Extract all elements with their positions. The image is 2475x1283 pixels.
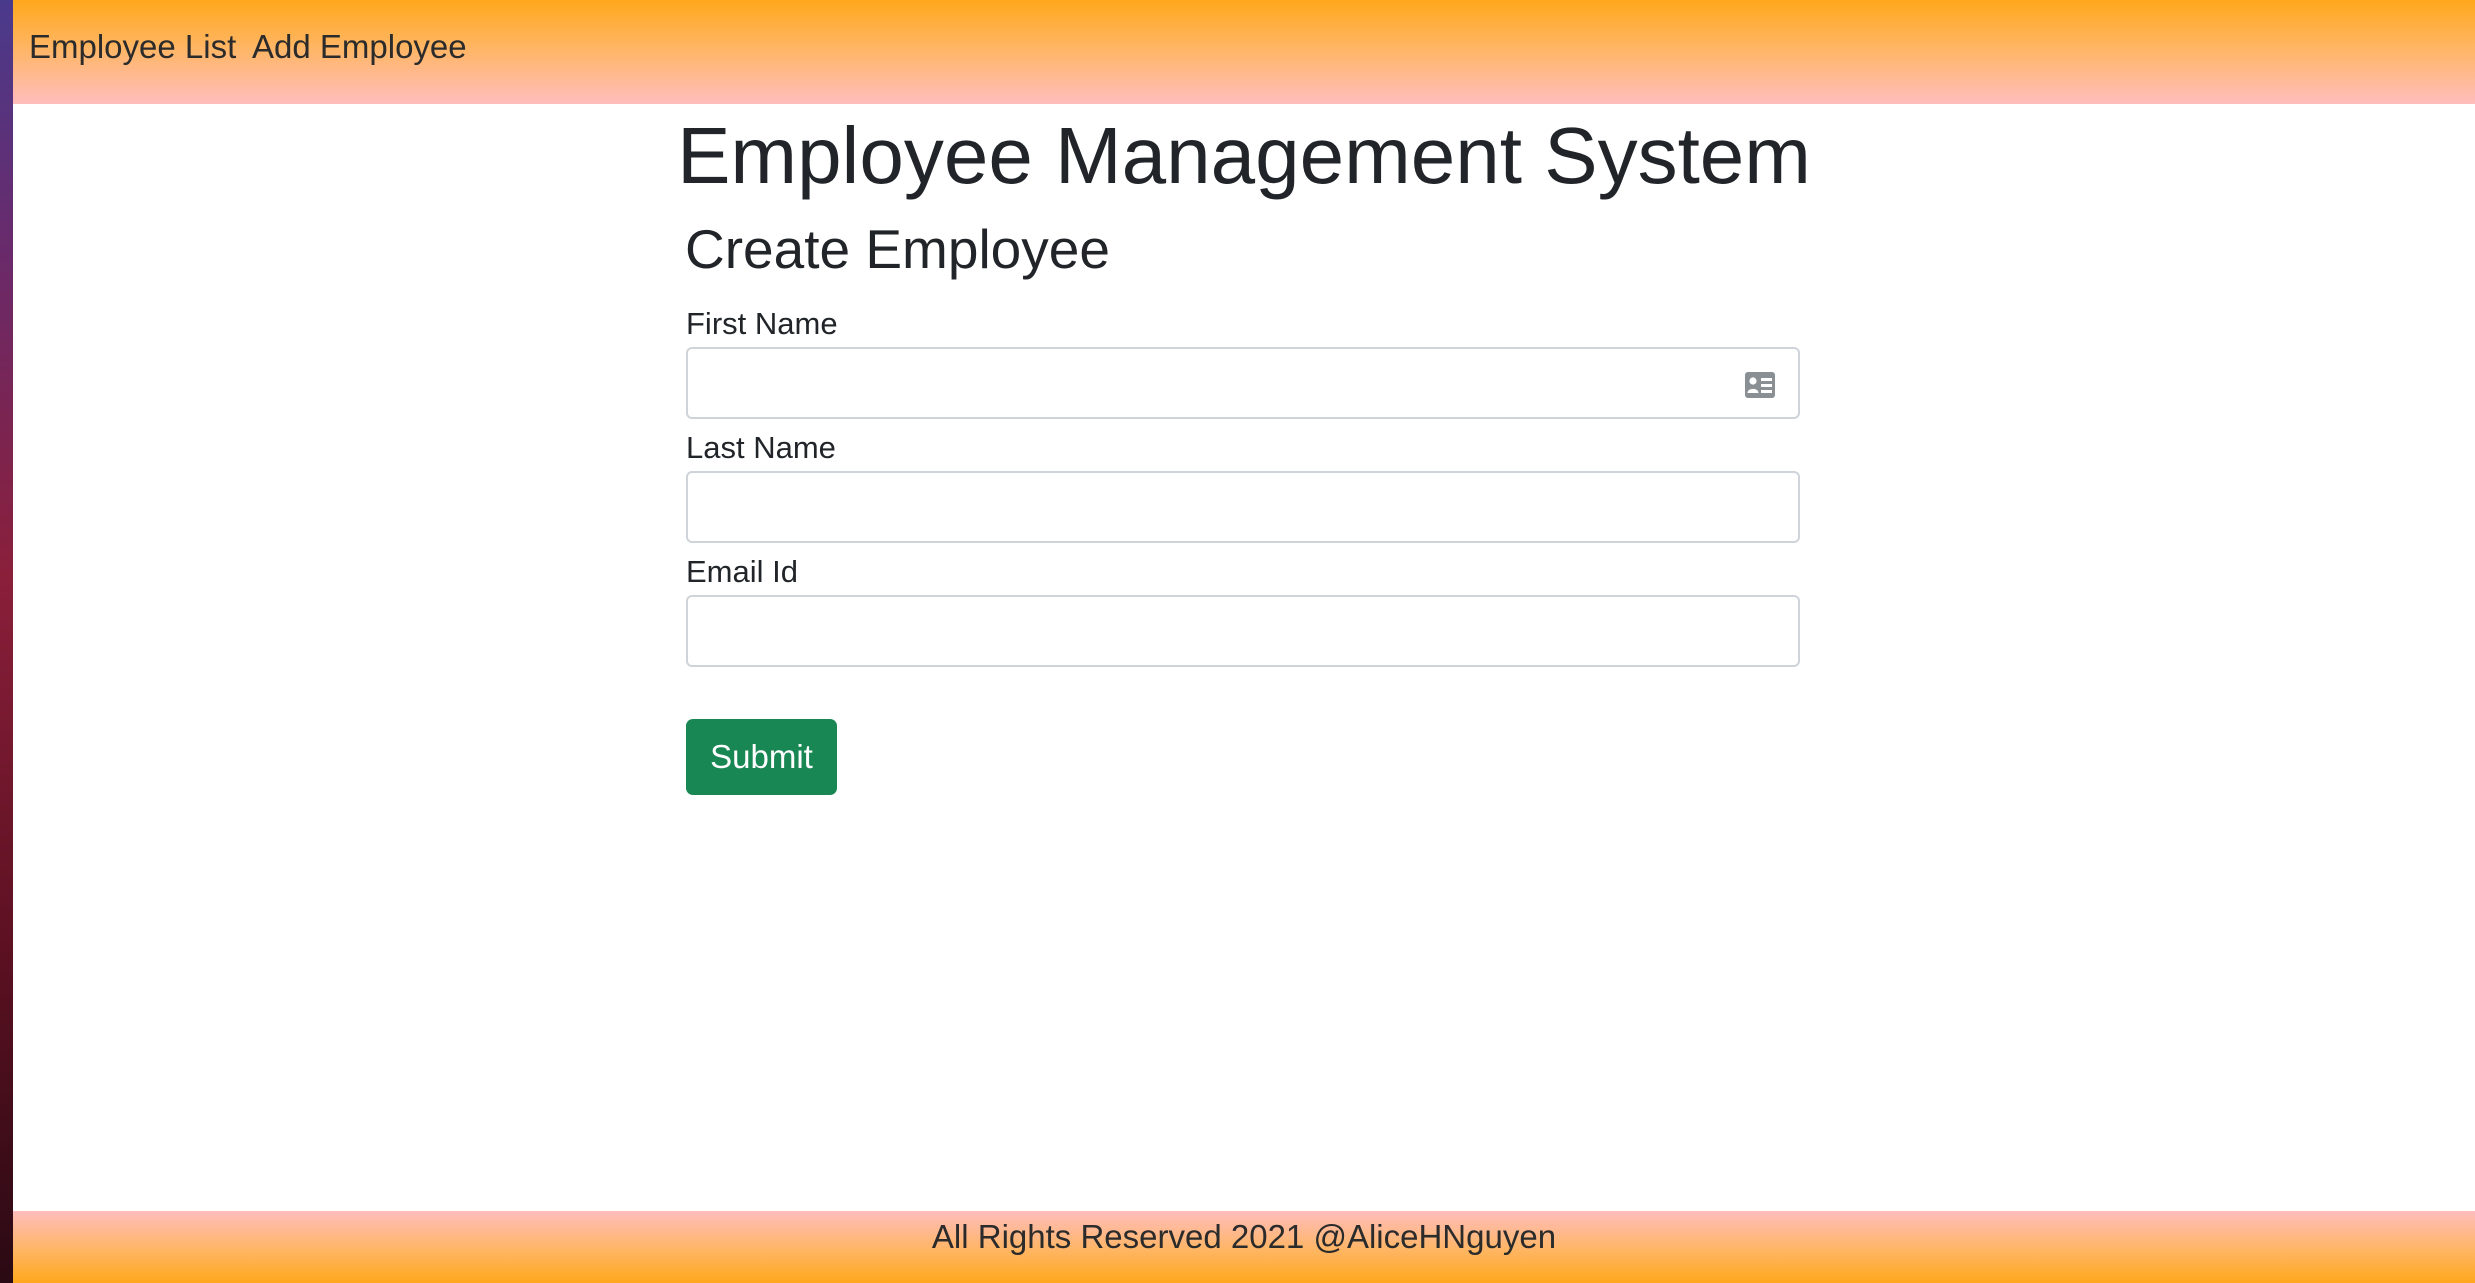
top-navbar: Employee List Add Employee: [13, 0, 2475, 104]
page-title: Employee Management System: [677, 111, 1811, 200]
last-name-input[interactable]: [686, 471, 1800, 543]
email-input[interactable]: [686, 595, 1800, 667]
nav-link-add-employee[interactable]: Add Employee: [252, 28, 467, 66]
app-window: Employee List Add Employee Employee Mana…: [13, 0, 2475, 1283]
form-title: Create Employee: [685, 218, 1110, 280]
footer: All Rights Reserved 2021 @AliceHNguyen: [13, 1211, 2475, 1283]
footer-copyright: All Rights Reserved 2021 @AliceHNguyen: [931, 1218, 1557, 1255]
first-name-input[interactable]: [686, 347, 1800, 419]
desktop-background-edge: [0, 0, 13, 1283]
last-name-label: Last Name: [686, 430, 836, 465]
email-label: Email Id: [686, 554, 798, 589]
submit-button[interactable]: Submit: [686, 719, 837, 795]
nav-link-employee-list[interactable]: Employee List: [29, 28, 236, 66]
first-name-label: First Name: [686, 306, 838, 341]
contact-card-icon[interactable]: [1744, 371, 1776, 399]
